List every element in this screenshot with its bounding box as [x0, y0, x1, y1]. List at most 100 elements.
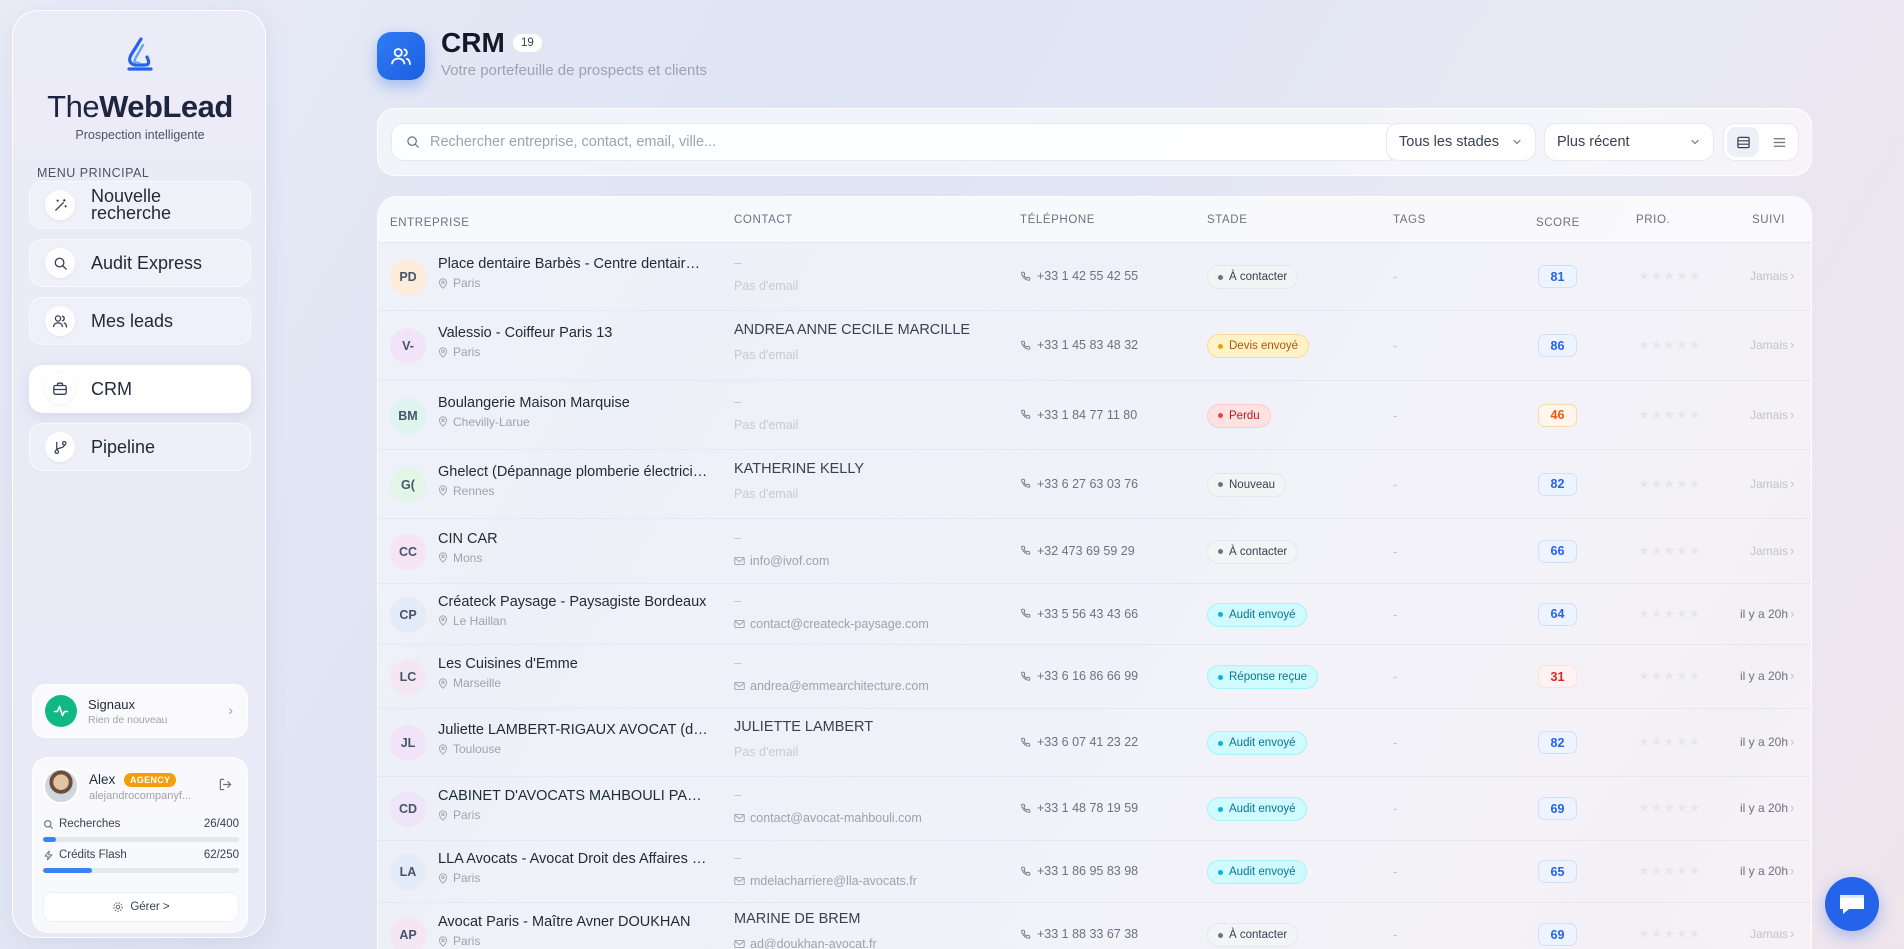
manage-button[interactable]: Gérer > [43, 892, 239, 922]
logout-icon[interactable] [218, 777, 233, 792]
phone-number[interactable]: +33 1 42 55 42 55 [1020, 269, 1138, 283]
priority-stars[interactable]: ★★★★★ [1638, 668, 1701, 684]
phone-number[interactable]: +33 6 27 63 03 76 [1020, 477, 1138, 491]
nav-item-crm[interactable]: CRM [29, 365, 251, 413]
company-name[interactable]: Boulangerie Maison Marquise [438, 395, 708, 411]
table-row[interactable]: CP Créateck Paysage - Paysagiste Bordeaux… [378, 584, 1811, 645]
table-row[interactable]: LC Les Cuisines d'Emme Marseille – andrea@em… [378, 645, 1811, 709]
company-name[interactable]: Créateck Paysage - Paysagiste Bordeaux [438, 594, 708, 610]
phone-number[interactable]: +33 1 86 95 83 98 [1020, 864, 1138, 878]
company-name[interactable]: Avocat Paris - Maître Avner DOUKHAN [438, 914, 708, 930]
priority-stars[interactable]: ★★★★★ [1638, 337, 1701, 353]
stage-badge[interactable]: Audit envoyé [1207, 797, 1307, 821]
tags-cell: - [1393, 269, 1398, 284]
table-icon [1736, 136, 1750, 148]
phone-number[interactable]: +33 6 07 41 23 22 [1020, 735, 1138, 749]
contact-email[interactable]: info@ivof.com [734, 554, 829, 568]
chevron-right-icon[interactable]: › [1790, 800, 1794, 815]
chevron-right-icon[interactable]: › [1790, 926, 1794, 941]
nav-item-audit-express[interactable]: Audit Express [29, 239, 251, 287]
company-name[interactable]: CIN CAR [438, 531, 708, 547]
stage-badge[interactable]: Devis envoyé [1207, 334, 1310, 358]
stage-badge[interactable]: Perdu [1207, 403, 1271, 428]
priority-stars[interactable]: ★★★★★ [1638, 476, 1701, 492]
list-view-button[interactable] [1763, 127, 1795, 157]
follow-up-time: il y a 20h [1739, 669, 1788, 683]
chevron-right-icon[interactable]: › [1790, 863, 1794, 878]
col-score[interactable]: SCORE [1536, 217, 1580, 229]
priority-stars[interactable]: ★★★★★ [1638, 606, 1701, 622]
col-entreprise[interactable]: ENTREPRISE [390, 217, 470, 229]
contact-email[interactable]: ad@doukhan-avocat.fr [734, 937, 877, 949]
priority-stars[interactable]: ★★★★★ [1638, 543, 1701, 559]
phone-number[interactable]: +33 1 84 77 11 80 [1020, 408, 1137, 422]
col-prio[interactable]: PRIO. [1636, 214, 1670, 226]
table-row[interactable]: G(Ghelect (Dépannage plomberie électrici… [378, 450, 1811, 519]
phone-number[interactable]: +33 1 88 33 67 38 [1020, 927, 1138, 941]
priority-stars[interactable]: ★★★★★ [1638, 407, 1701, 423]
company-name[interactable]: Juliette LAMBERT-RIGAUX AVOCAT (droit de… [438, 722, 708, 738]
priority-stars[interactable]: ★★★★★ [1638, 800, 1701, 816]
chevron-right-icon[interactable]: › [1790, 268, 1794, 283]
nav-item-mes-leads[interactable]: Mes leads [29, 297, 251, 345]
company-name[interactable]: Place dentaire Barbès - Centre dentaire … [438, 256, 708, 272]
nav-item-nouvelle-recherche[interactable]: Nouvelle recherche [29, 181, 251, 229]
priority-stars[interactable]: ★★★★★ [1638, 268, 1701, 284]
table-row[interactable]: LA LLA Avocats - Avocat Droit des Affaire… [378, 841, 1811, 903]
company-name[interactable]: CABINET D'AVOCATS MAHBOULI PARIS [438, 788, 708, 804]
contact-email[interactable]: contact@createck-paysage.com [734, 617, 929, 631]
chevron-right-icon[interactable]: › [1790, 407, 1794, 422]
company-name[interactable]: Valessio - Coiffeur Paris 13 [438, 325, 708, 341]
priority-stars[interactable]: ★★★★★ [1638, 863, 1701, 879]
phone-number[interactable]: +32 473 69 59 29 [1020, 544, 1135, 558]
table-row[interactable]: CC CIN CAR Mons – info@ivof.com +32 473 69 59… [378, 519, 1811, 584]
table-row[interactable]: CD CABINET D'AVOCATS MAHBOULI PARIS Paris –… [378, 777, 1811, 841]
phone-number[interactable]: +33 5 56 43 43 66 [1020, 607, 1138, 621]
table-row[interactable]: JL Juliette LAMBERT-RIGAUX AVOCAT (droit … [378, 709, 1811, 777]
signals-card[interactable]: Signaux Rien de nouveau › [32, 684, 248, 738]
contact-email[interactable]: mdelacharriere@lla-avocats.fr [734, 874, 917, 888]
chat-button[interactable] [1825, 877, 1879, 931]
priority-stars[interactable]: ★★★★★ [1638, 734, 1701, 750]
search-box[interactable] [391, 123, 1399, 161]
contact-email[interactable]: andrea@emmearchitecture.com [734, 679, 929, 693]
stage-filter-select[interactable]: Tous les stades [1386, 123, 1536, 161]
stage-badge[interactable]: Audit envoyé [1207, 860, 1307, 884]
phone-icon [1021, 478, 1031, 488]
phone-number[interactable]: +33 1 45 83 48 32 [1020, 338, 1138, 352]
chevron-right-icon[interactable]: › [1790, 734, 1794, 749]
phone-number[interactable]: +33 1 48 78 19 59 [1020, 801, 1138, 815]
avatar[interactable] [43, 768, 79, 804]
stage-badge[interactable]: Audit envoyé [1207, 602, 1307, 627]
col-stade[interactable]: STADE [1207, 214, 1248, 226]
stage-badge[interactable]: À contacter [1207, 539, 1299, 564]
stage-badge[interactable]: Audit envoyé [1207, 731, 1307, 755]
company-name[interactable]: Ghelect (Dépannage plomberie électricité… [438, 464, 708, 480]
col-tags[interactable]: TAGS [1393, 214, 1426, 226]
table-row[interactable]: V- Valessio - Coiffeur Paris 13 Paris ANDRE… [378, 311, 1811, 381]
stage-badge[interactable]: À contacter [1207, 923, 1299, 947]
sort-select[interactable]: Plus récent [1544, 123, 1714, 161]
chevron-right-icon[interactable]: › [1790, 543, 1794, 558]
chevron-right-icon[interactable]: › [1790, 606, 1794, 621]
priority-stars[interactable]: ★★★★★ [1638, 926, 1701, 942]
stage-badge[interactable]: À contacter [1207, 265, 1299, 289]
col-suivi[interactable]: SUIVI [1752, 214, 1785, 226]
chevron-right-icon[interactable]: › [1790, 668, 1794, 683]
contact-email[interactable]: contact@avocat-mahbouli.com [734, 811, 922, 825]
company-name[interactable]: LLA Avocats - Avocat Droit des Affaires … [438, 851, 708, 867]
company-name[interactable]: Les Cuisines d'Emme [438, 656, 708, 672]
table-row[interactable]: PD Place dentaire Barbès - Centre dentair… [378, 243, 1811, 311]
chevron-right-icon[interactable]: › [1790, 337, 1794, 352]
stage-badge[interactable]: Nouveau [1207, 472, 1287, 497]
col-telephone[interactable]: TÉLÉPHONE [1020, 214, 1095, 226]
table-view-button[interactable] [1727, 127, 1759, 157]
table-row[interactable]: AP Avocat Paris - Maître Avner DOUKHAN Par… [378, 903, 1811, 949]
chevron-right-icon[interactable]: › [1790, 476, 1794, 491]
search-input[interactable] [430, 134, 1380, 150]
phone-number[interactable]: +33 6 16 86 66 99 [1020, 669, 1138, 683]
stage-badge[interactable]: Réponse reçue [1207, 665, 1318, 689]
col-contact[interactable]: CONTACT [734, 214, 793, 226]
table-row[interactable]: BM Boulangerie Maison Marquise Chevilly-La… [378, 381, 1811, 450]
nav-item-pipeline[interactable]: Pipeline [29, 423, 251, 471]
